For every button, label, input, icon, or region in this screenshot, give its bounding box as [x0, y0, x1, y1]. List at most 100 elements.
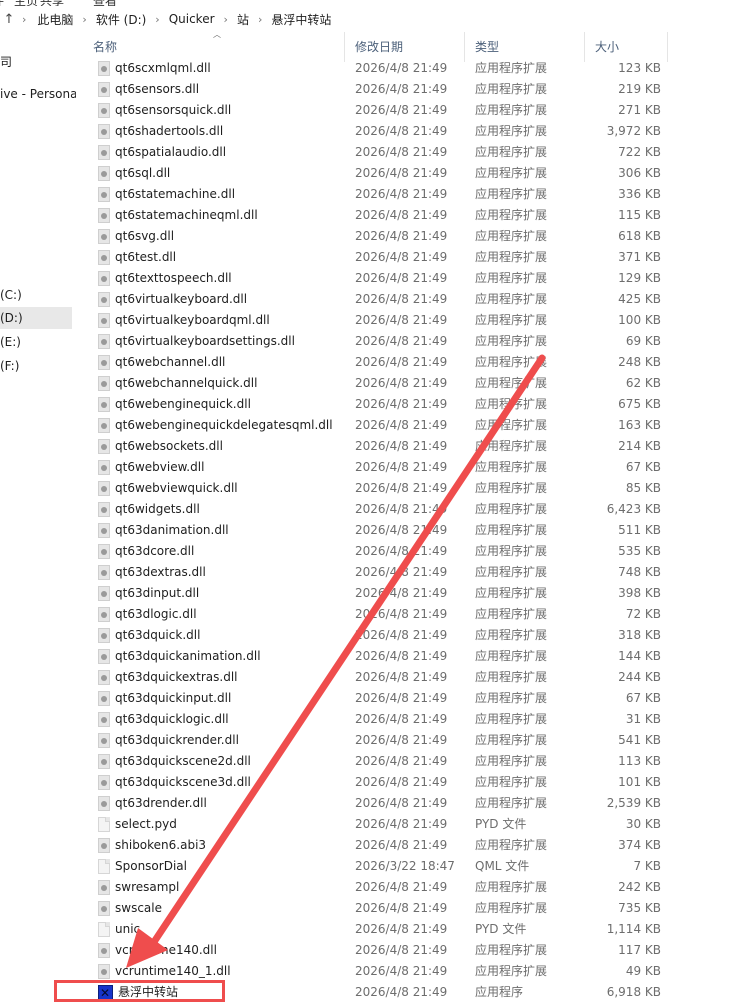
file-row[interactable]: qt63dlogic.dll 2026/4/8 21:49 应用程序扩展 72 KB: [83, 604, 668, 625]
file-type: 应用程序扩展: [475, 586, 548, 600]
file-type: 应用程序扩展: [475, 523, 548, 537]
file-row[interactable]: vcruntime140.dll 2026/4/8 21:49 应用程序扩展 117 …: [83, 940, 668, 961]
file-size: 115 KB: [618, 208, 661, 222]
file-date: 2026/4/8 21:49: [355, 880, 448, 894]
file-size: 374 KB: [618, 838, 661, 852]
dll-file-icon: [98, 943, 110, 958]
file-row[interactable]: qt63dquickinput.dll 2026/4/8 21:49 应用程序扩展 6…: [83, 688, 668, 709]
file-name: qt6webchannelquick.dll: [115, 376, 258, 390]
dll-file-icon: [98, 439, 110, 454]
file-row[interactable]: qt63drender.dll 2026/4/8 21:49 应用程序扩展 2,539…: [83, 793, 668, 814]
file-row[interactable]: qt6webview.dll 2026/4/8 21:49 应用程序扩展 67 KB: [83, 457, 668, 478]
breadcrumb-current-folder[interactable]: 悬浮中转站: [271, 11, 331, 28]
file-type: 应用程序扩展: [475, 607, 548, 621]
file-row[interactable]: qt6test.dll 2026/4/8 21:49 应用程序扩展 371 KB: [83, 247, 668, 268]
file-date: 2026/4/8 21:49: [355, 439, 448, 453]
file-row[interactable]: qt63dquicklogic.dll 2026/4/8 21:49 应用程序扩展 3…: [83, 709, 668, 730]
nav-item-fragment[interactable]: 司: [0, 51, 72, 73]
file-row[interactable]: qt6virtualkeyboardsettings.dll 2026/4/8 2…: [83, 331, 668, 352]
file-type: 应用程序扩展: [475, 880, 548, 894]
file-row[interactable]: qt63dextras.dll 2026/4/8 21:49 应用程序扩展 748 K…: [83, 562, 668, 583]
file-name: qt6webview.dll: [115, 460, 205, 474]
dll-file-icon: [98, 544, 110, 559]
breadcrumb-drive-d[interactable]: 软件 (D:): [96, 11, 146, 28]
file-row[interactable]: qt6webchannel.dll 2026/4/8 21:49 应用程序扩展 248…: [83, 352, 668, 373]
file-date: 2026/4/8 21:49: [355, 817, 448, 831]
file-size: 748 KB: [618, 565, 661, 579]
file-size: 248 KB: [618, 355, 661, 369]
file-name-cell: qt63dinput.dll: [98, 583, 348, 604]
breadcrumb-this-pc[interactable]: 此电脑: [37, 11, 73, 28]
file-row[interactable]: qt63dquickscene3d.dll 2026/4/8 21:49 应用程序扩…: [83, 772, 668, 793]
nav-item-drive-f[interactable]: (F:): [0, 355, 72, 377]
file-row[interactable]: qt63dcore.dll 2026/4/8 21:49 应用程序扩展 535 KB: [83, 541, 668, 562]
file-size: 163 KB: [618, 418, 661, 432]
file-row[interactable]: qt6statemachine.dll 2026/4/8 21:49 应用程序扩展 3…: [83, 184, 668, 205]
file-size: 6,918 KB: [606, 985, 661, 999]
file-row[interactable]: qt6webenginequickdelegatesqml.dll 2026/4/…: [83, 415, 668, 436]
file-row[interactable]: qt63dquickscene2d.dll 2026/4/8 21:49 应用程序扩…: [83, 751, 668, 772]
file-row[interactable]: qt6sql.dll 2026/4/8 21:49 应用程序扩展 306 KB: [83, 163, 668, 184]
file-row[interactable]: qt6sensorsquick.dll 2026/4/8 21:49 应用程序扩展 2…: [83, 100, 668, 121]
file-row[interactable]: qt63dquickanimation.dll 2026/4/8 21:49 应用程…: [83, 646, 668, 667]
file-row[interactable]: qt6spatialaudio.dll 2026/4/8 21:49 应用程序扩展 7…: [83, 142, 668, 163]
file-type: 应用程序扩展: [475, 481, 548, 495]
file-row[interactable]: vcruntime140_1.dll 2026/4/8 21:49 应用程序扩展 49…: [83, 961, 668, 982]
nav-item-drive-e[interactable]: (E:): [0, 331, 72, 353]
file-row[interactable]: shiboken6.abi3 2026/4/8 21:49 应用程序扩展 374 KB: [83, 835, 668, 856]
file-row[interactable]: qt6shadertools.dll 2026/4/8 21:49 应用程序扩展 3,…: [83, 121, 668, 142]
arrow-up-icon[interactable]: ↑: [0, 12, 18, 27]
file-type: 应用程序扩展: [475, 964, 548, 978]
file-row[interactable]: 悬浮中转站 2026/4/8 21:49 应用程序 6,918 KB: [83, 982, 668, 1003]
file-type: 应用程序扩展: [475, 292, 548, 306]
file-date: 2026/4/8 21:49: [355, 544, 448, 558]
file-row[interactable]: swscale 2026/4/8 21:49 应用程序扩展 735 KB: [83, 898, 668, 919]
file-row[interactable]: swresampl 2026/4/8 21:49 应用程序扩展 242 KB: [83, 877, 668, 898]
file-type: QML 文件: [475, 859, 530, 873]
file-type: 应用程序扩展: [475, 649, 548, 663]
file-row[interactable]: qt63dinput.dll 2026/4/8 21:49 应用程序扩展 398 KB: [83, 583, 668, 604]
file-type: PYD 文件: [475, 922, 527, 936]
breadcrumb-zhan[interactable]: 站: [237, 11, 249, 28]
file-row[interactable]: qt6svg.dll 2026/4/8 21:49 应用程序扩展 618 KB: [83, 226, 668, 247]
breadcrumb: 此电脑 › 软件 (D:) › Quicker › 站 › 悬浮中转站: [37, 11, 331, 28]
file-row[interactable]: qt63dquickrender.dll 2026/4/8 21:49 应用程序扩展…: [83, 730, 668, 751]
file-row[interactable]: qt63danimation.dll 2026/4/8 21:49 应用程序扩展 51…: [83, 520, 668, 541]
file-name: qt6sensorsquick.dll: [115, 103, 232, 117]
file-name: qt6spatialaudio.dll: [115, 145, 227, 159]
file-row[interactable]: unic 2026/4/8 21:49 PYD 文件 1,114 KB: [83, 919, 668, 940]
file-row[interactable]: qt6texttospeech.dll 2026/4/8 21:49 应用程序扩展 1…: [83, 268, 668, 289]
file-size: 722 KB: [618, 145, 661, 159]
file-date: 2026/4/8 21:49: [355, 187, 448, 201]
file-row[interactable]: qt6sensors.dll 2026/4/8 21:49 应用程序扩展 219 KB: [83, 79, 668, 100]
file-size: 49 KB: [625, 964, 661, 978]
nav-item-drive-c[interactable]: (C:): [0, 284, 72, 306]
file-row[interactable]: qt6webchannelquick.dll 2026/4/8 21:49 应用程序…: [83, 373, 668, 394]
file-row[interactable]: qt6virtualkeyboard.dll 2026/4/8 21:49 应用程序…: [83, 289, 668, 310]
nav-item-onedrive[interactable]: ive - Persona: [0, 83, 76, 105]
address-bar[interactable]: ↑ › 此电脑 › 软件 (D:) › Quicker › 站 › 悬浮中转站: [0, 6, 745, 32]
dll-file-icon: [98, 775, 110, 790]
dll-file-icon: [98, 397, 110, 412]
file-name-cell: qt6texttospeech.dll: [98, 268, 348, 289]
nav-item-drive-d[interactable]: (D:): [0, 307, 72, 329]
file-row[interactable]: select.pyd 2026/4/8 21:49 PYD 文件 30 KB: [83, 814, 668, 835]
breadcrumb-quicker[interactable]: Quicker: [169, 12, 215, 26]
file-name-cell: qt6svg.dll: [98, 226, 348, 247]
file-row[interactable]: qt6webviewquick.dll 2026/4/8 21:49 应用程序扩展 8…: [83, 478, 668, 499]
file-name-cell: qt63dquicklogic.dll: [98, 709, 348, 730]
file-row[interactable]: qt63dquickextras.dll 2026/4/8 21:49 应用程序扩展…: [83, 667, 668, 688]
file-row[interactable]: SponsorDial 2026/3/22 18:47 QML 文件 7 KB: [83, 856, 668, 877]
dll-file-icon: [98, 565, 110, 580]
file-date: 2026/4/8 21:49: [355, 943, 448, 957]
file-row[interactable]: qt6scxmlqml.dll 2026/4/8 21:49 应用程序扩展 123 K…: [83, 58, 668, 79]
file-row[interactable]: qt6widgets.dll 2026/4/8 21:49 应用程序扩展 6,423 …: [83, 499, 668, 520]
file-type: 应用程序扩展: [475, 271, 548, 285]
file-row[interactable]: qt6statemachineqml.dll 2026/4/8 21:49 应用程序…: [83, 205, 668, 226]
file-date: 2026/4/8 21:49: [355, 586, 448, 600]
file-row[interactable]: qt63dquick.dll 2026/4/8 21:49 应用程序扩展 318 KB: [83, 625, 668, 646]
file-row[interactable]: qt6webenginequick.dll 2026/4/8 21:49 应用程序扩…: [83, 394, 668, 415]
file-row[interactable]: qt6virtualkeyboardqml.dll 2026/4/8 21:49 应…: [83, 310, 668, 331]
dll-file-icon: [98, 187, 110, 202]
file-row[interactable]: qt6websockets.dll 2026/4/8 21:49 应用程序扩展 214…: [83, 436, 668, 457]
